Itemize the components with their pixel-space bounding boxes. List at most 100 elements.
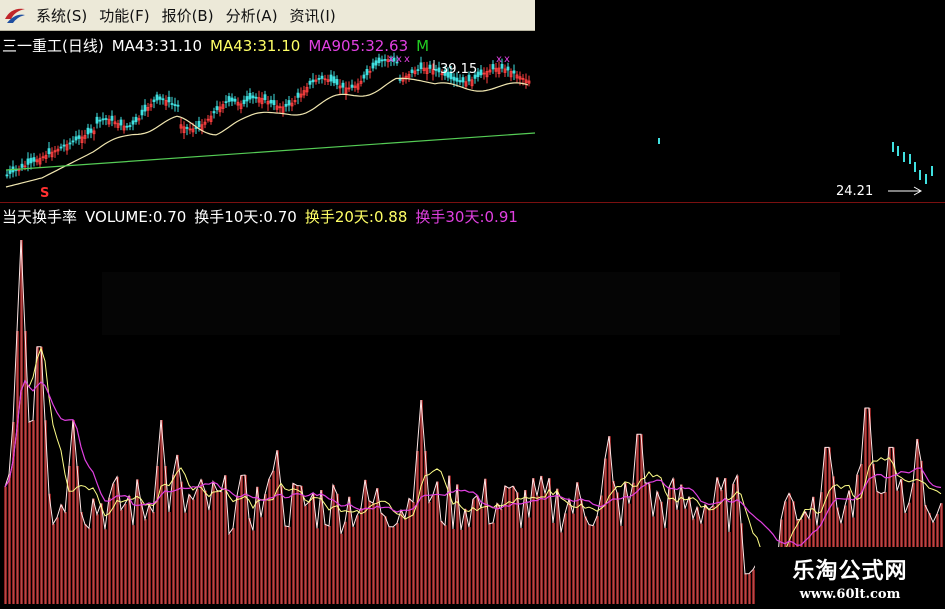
candle-body bbox=[897, 146, 899, 156]
turnover-10d-label: 换手10天:0.70 bbox=[194, 208, 297, 226]
signal-s-marker: S bbox=[40, 186, 49, 201]
candle-body bbox=[173, 104, 177, 106]
candle-body bbox=[931, 166, 933, 176]
candle-body bbox=[152, 99, 156, 103]
candle-body bbox=[230, 97, 234, 102]
candle-body bbox=[416, 69, 420, 71]
candle-body bbox=[128, 125, 132, 127]
candle-body bbox=[419, 62, 423, 70]
candle-body bbox=[254, 96, 258, 99]
candle-body bbox=[263, 94, 267, 101]
candle-body bbox=[242, 99, 246, 104]
candle-body bbox=[269, 99, 273, 104]
candle-body bbox=[452, 76, 456, 81]
candle-body bbox=[77, 135, 81, 139]
candle-body bbox=[212, 111, 216, 114]
candle-body bbox=[32, 157, 36, 162]
candle-body bbox=[176, 104, 180, 107]
candle-body bbox=[329, 74, 333, 82]
turnover-20d-label: 换手20天:0.88 bbox=[304, 208, 408, 226]
candle-body bbox=[71, 140, 75, 143]
candle-body bbox=[119, 119, 123, 126]
candle-body bbox=[461, 77, 465, 83]
candle-body bbox=[5, 174, 9, 177]
ma-line bbox=[5, 77, 529, 188]
candle-body bbox=[332, 76, 336, 84]
candle-body bbox=[371, 62, 375, 69]
candle-body bbox=[914, 162, 916, 172]
candle-body bbox=[476, 71, 480, 78]
candle-body bbox=[909, 154, 911, 164]
turnover-title: 当天换手率 bbox=[2, 208, 78, 226]
candle-body bbox=[224, 101, 228, 104]
candle-body bbox=[458, 80, 462, 83]
candle-body bbox=[296, 92, 300, 98]
ma-label-1: MA43:31.10 bbox=[111, 37, 203, 55]
candle-body bbox=[491, 64, 495, 70]
candle-body bbox=[410, 69, 414, 73]
candle-body bbox=[89, 128, 93, 133]
candle-body bbox=[317, 78, 321, 80]
candle-body bbox=[86, 127, 90, 135]
candle-body bbox=[26, 158, 30, 165]
signal-mark: x bbox=[496, 54, 502, 65]
stock-title: 三一重工(日线) bbox=[2, 37, 104, 55]
candle-body bbox=[919, 170, 921, 180]
candle-body bbox=[161, 98, 165, 101]
candle-body bbox=[233, 98, 237, 102]
candle-body bbox=[350, 84, 354, 88]
candle-body bbox=[308, 80, 312, 85]
candle-body bbox=[20, 163, 24, 168]
panel-divider bbox=[0, 202, 945, 203]
candle-body bbox=[455, 77, 459, 82]
candle-body bbox=[227, 96, 231, 102]
candle-body bbox=[167, 96, 171, 103]
candle-body bbox=[398, 78, 402, 81]
candle-body bbox=[892, 142, 894, 152]
candle-body bbox=[248, 92, 252, 100]
candle-body bbox=[362, 74, 366, 79]
candle-body bbox=[383, 59, 387, 61]
candle-body bbox=[341, 82, 345, 88]
candle-body bbox=[170, 103, 174, 105]
watermark-title: 乐淘公式网 bbox=[792, 559, 908, 584]
candle-body bbox=[104, 118, 108, 120]
main-chart-header: 三一重工(日线) MA43:31.10 MA43:31.10 MA905:32.63 M bbox=[2, 35, 437, 56]
candle-body bbox=[335, 79, 339, 85]
candle-body bbox=[380, 59, 384, 62]
candle-body bbox=[47, 148, 51, 155]
candle-body bbox=[140, 109, 144, 116]
candle-body bbox=[95, 116, 99, 124]
candle-body bbox=[374, 60, 378, 66]
candle-body bbox=[158, 96, 162, 100]
candle-body bbox=[74, 136, 78, 141]
candle-body bbox=[98, 119, 102, 122]
watermark: 乐淘公式网 www.60lt.com bbox=[755, 547, 945, 609]
candle-body bbox=[185, 127, 189, 129]
candle-body bbox=[134, 116, 138, 123]
volume-label: VOLUME:0.70 bbox=[85, 208, 187, 226]
candle-body bbox=[110, 115, 114, 121]
candle-body bbox=[272, 100, 276, 106]
candle-body bbox=[311, 79, 315, 83]
candle-body bbox=[68, 142, 72, 145]
candle-body bbox=[434, 68, 438, 71]
candle-body bbox=[131, 120, 135, 125]
sub-chart-header: 当天换手率 VOLUME:0.70 换手10天:0.70 换手20天:0.88 换手30… bbox=[2, 206, 526, 227]
candle-body bbox=[377, 57, 381, 64]
ma-label-4: M bbox=[416, 37, 430, 55]
candle-body bbox=[284, 103, 288, 107]
candle-body bbox=[215, 106, 219, 111]
candle-body bbox=[479, 69, 483, 76]
watermark-url: www.60lt.com bbox=[799, 587, 901, 602]
candle-body bbox=[8, 170, 12, 174]
low-price-label: 24.21 bbox=[836, 184, 873, 199]
candle-body bbox=[428, 64, 432, 69]
candle-body bbox=[287, 100, 291, 106]
candle-body bbox=[320, 75, 324, 79]
candle-body bbox=[512, 70, 516, 74]
candle-body bbox=[155, 94, 159, 101]
ma-label-2: MA43:31.10 bbox=[210, 37, 301, 55]
signal-mark: x bbox=[504, 54, 510, 65]
candle-body bbox=[62, 144, 66, 147]
